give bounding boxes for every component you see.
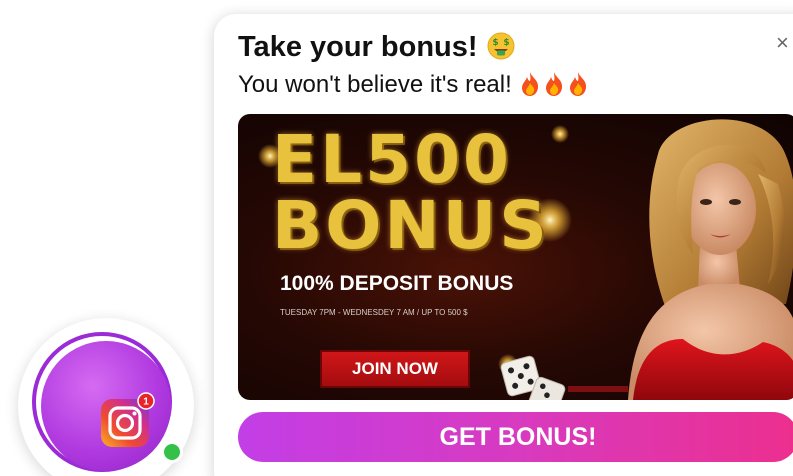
avatar[interactable]: 1 bbox=[41, 341, 171, 471]
chat-avatar-bubble[interactable]: 1 bbox=[18, 318, 194, 476]
money-mouth-face-icon: $ $ bbox=[487, 32, 515, 60]
online-status-dot bbox=[161, 441, 183, 463]
svg-text:$: $ bbox=[503, 38, 509, 48]
fire-icon bbox=[570, 72, 587, 96]
bonus-popup-card: Take your bonus! $ $ × You won't believe… bbox=[214, 14, 793, 476]
promo-schedule-text: TUESDAY 7PM - WEDNESDEY 7 AM / UP TO 500… bbox=[280, 308, 468, 317]
page: 1 Take your bonus! $ $ × You won't belie… bbox=[0, 0, 793, 476]
popup-subtitle-text: You won't believe it's real! bbox=[238, 71, 512, 98]
casino-ad-banner[interactable]: EL500 BONUS 100% DEPOSIT BONUS TUESDAY 7… bbox=[238, 114, 793, 400]
popup-subtitle: You won't believe it's real! bbox=[238, 70, 590, 100]
popup-title: Take your bonus! $ $ bbox=[238, 30, 516, 64]
promo-headline: EL500 bbox=[272, 121, 512, 198]
notification-count: 1 bbox=[143, 397, 149, 408]
instagram-icon: 1 bbox=[101, 392, 155, 447]
svg-text:$: $ bbox=[492, 38, 498, 48]
fire-icon bbox=[522, 72, 539, 96]
popup-title-text: Take your bonus! bbox=[238, 31, 478, 63]
get-bonus-button[interactable]: GET BONUS! bbox=[238, 412, 793, 462]
close-button[interactable]: × bbox=[776, 32, 789, 54]
join-now-button[interactable]: JOIN NOW bbox=[320, 350, 470, 388]
fire-icon bbox=[546, 72, 563, 96]
promo-deposit-text: 100% DEPOSIT BONUS bbox=[280, 272, 514, 295]
promo-bonus-word: BONUS bbox=[272, 187, 550, 264]
